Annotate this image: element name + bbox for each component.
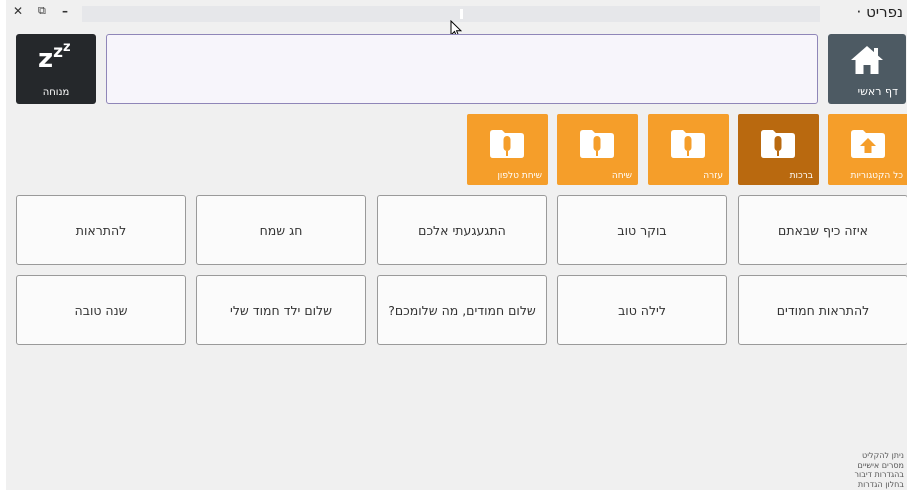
- folder-mic-icon: [580, 130, 614, 158]
- close-window-button[interactable]: ✕: [13, 4, 23, 18]
- category-label: עזרה: [703, 171, 723, 181]
- home-button[interactable]: דף ראשי: [828, 34, 906, 104]
- drag-handle[interactable]: [460, 9, 463, 19]
- phrase-button[interactable]: שנה טובה: [16, 275, 186, 345]
- phrase-button[interactable]: בוקר טוב: [557, 195, 727, 265]
- category-label: ברכות: [789, 171, 813, 181]
- folder-mic-icon: [671, 130, 705, 158]
- category-help[interactable]: עזרה: [648, 114, 729, 185]
- sleep-icon: zzz: [38, 40, 71, 74]
- recording-hint: ניתן להקליט מסרים אישיים בהגדרות דיבור ב…: [854, 451, 905, 489]
- home-icon: [851, 46, 883, 74]
- category-greetings[interactable]: ברכות: [738, 114, 819, 185]
- rest-button-label: מנוחה: [42, 87, 70, 98]
- category-all[interactable]: כל הקטגוריות: [828, 114, 907, 185]
- folder-up-icon: [851, 130, 885, 158]
- message-text-bar[interactable]: [106, 34, 818, 104]
- category-label: כל הקטגוריות: [850, 171, 903, 181]
- folder-mic-icon: [490, 130, 524, 158]
- phrase-button[interactable]: חג שמח: [196, 195, 366, 265]
- phrase-button[interactable]: איזה כיף שבאתם: [738, 195, 907, 265]
- home-button-label: דף ראשי: [857, 85, 898, 98]
- category-label: שיחה: [611, 171, 632, 181]
- phrase-button[interactable]: התגעגעתי אלכם: [377, 195, 547, 265]
- phrase-button[interactable]: לילה טוב: [557, 275, 727, 345]
- phrase-button[interactable]: להתראות: [16, 195, 186, 265]
- phrase-button[interactable]: להתראות חמודים: [738, 275, 907, 345]
- restore-window-button[interactable]: ⧉: [38, 4, 46, 18]
- phrase-button[interactable]: שלום ילד חמוד שלי: [196, 275, 366, 345]
- app-window: ✕ ⧉ – נפריט · דף ראשי zzz מנוחה כל הקטגו…: [6, 0, 907, 490]
- rest-button[interactable]: zzz מנוחה: [16, 34, 96, 104]
- folder-mic-icon: [761, 130, 795, 158]
- category-conversation[interactable]: שיחה: [557, 114, 638, 185]
- minimize-window-button[interactable]: –: [62, 4, 68, 18]
- category-phone-call[interactable]: שיחת טלפון: [467, 114, 548, 185]
- category-label: שיחת טלפון: [497, 171, 542, 181]
- phrase-button[interactable]: שלום חמודים, מה שלומכם?: [377, 275, 547, 345]
- app-title: נפריט ·: [856, 3, 903, 21]
